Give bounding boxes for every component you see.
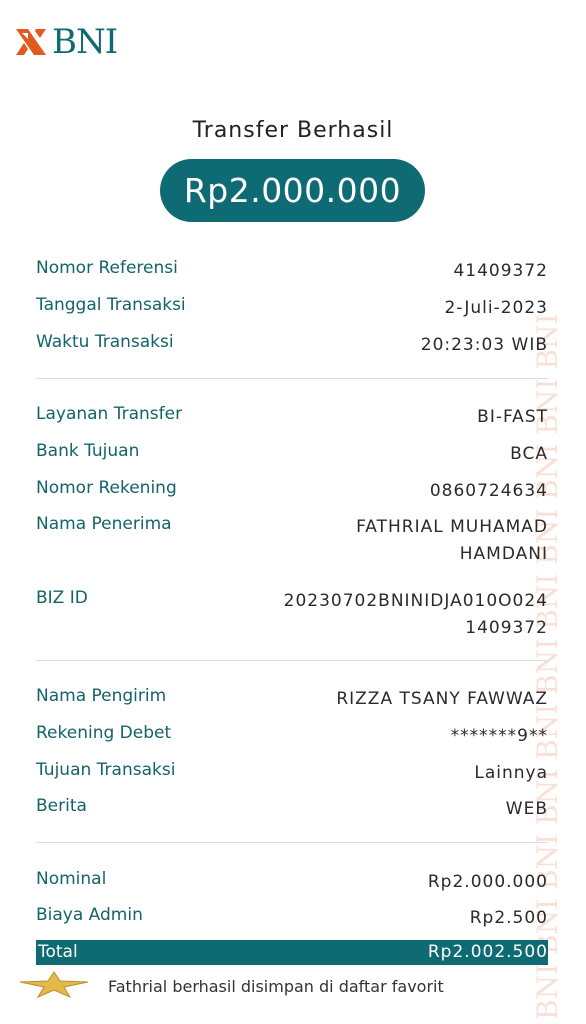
bni-logo: BNI xyxy=(14,22,118,62)
detail-value: FATHRIAL MUHAMAD HAMDANI xyxy=(356,514,548,568)
detail-value: 20230702BNINIDJA010O024 1409372 xyxy=(284,588,548,642)
star-icon xyxy=(19,971,89,998)
detail-value: BCA xyxy=(510,444,548,464)
page-title: Transfer Berhasil xyxy=(192,118,394,143)
detail-value: 2-Juli-2023 xyxy=(444,298,548,318)
detail-value: RIZZA TSANY FAWWAZ xyxy=(336,689,548,709)
detail-label: BIZ ID xyxy=(36,588,88,608)
total-value: Rp2.002.500 xyxy=(427,942,548,962)
favorite-notice-text: Fathrial berhasil disimpan di daftar fav… xyxy=(108,977,444,996)
detail-label: Biaya Admin xyxy=(36,905,143,925)
detail-value: Rp2.000.000 xyxy=(427,872,548,892)
transfer-amount: Rp2.000.000 xyxy=(183,171,402,210)
detail-label: Bank Tujuan xyxy=(36,441,140,461)
detail-label: Waktu Transaksi xyxy=(36,332,174,352)
detail-value-line: 1409372 xyxy=(465,618,548,638)
section-divider xyxy=(36,842,548,843)
detail-value: BI-FAST xyxy=(477,407,548,427)
total-bar: Total Rp2.002.500 xyxy=(36,940,548,965)
detail-label: Layanan Transfer xyxy=(36,404,183,424)
section-divider xyxy=(36,660,548,661)
detail-value: Lainnya xyxy=(474,763,548,783)
detail-value: WEB xyxy=(505,799,548,819)
detail-value: 0860724634 xyxy=(429,481,548,501)
detail-label: Tujuan Transaksi xyxy=(36,760,176,780)
detail-label: Nama Penerima xyxy=(36,514,172,534)
bni-logo-mark-icon xyxy=(16,29,46,55)
section-divider xyxy=(36,378,548,379)
detail-label: Nama Pengirim xyxy=(36,686,167,706)
detail-value: 41409372 xyxy=(453,261,548,281)
detail-value: Rp2.500 xyxy=(469,908,548,928)
detail-value-line: HAMDANI xyxy=(459,544,548,564)
bni-logo-text: BNI xyxy=(52,22,118,62)
favorite-notice: Fathrial berhasil disimpan di daftar fav… xyxy=(18,970,558,1000)
detail-label: Tanggal Transaksi xyxy=(36,295,186,315)
detail-value-line: FATHRIAL MUHAMAD xyxy=(356,517,548,537)
detail-label: Berita xyxy=(36,796,87,816)
detail-label: Nomor Rekening xyxy=(36,478,177,498)
transfer-amount-badge: Rp2.000.000 xyxy=(160,159,425,222)
total-label: Total xyxy=(38,942,78,962)
detail-label: Rekening Debet xyxy=(36,723,172,743)
detail-value: 20:23:03 WIB xyxy=(420,335,548,355)
detail-value-line: 20230702BNINIDJA010O024 xyxy=(283,591,548,611)
detail-value: *******9** xyxy=(450,726,548,746)
detail-label: Nomor Referensi xyxy=(36,258,178,278)
detail-label: Nominal xyxy=(36,869,107,889)
